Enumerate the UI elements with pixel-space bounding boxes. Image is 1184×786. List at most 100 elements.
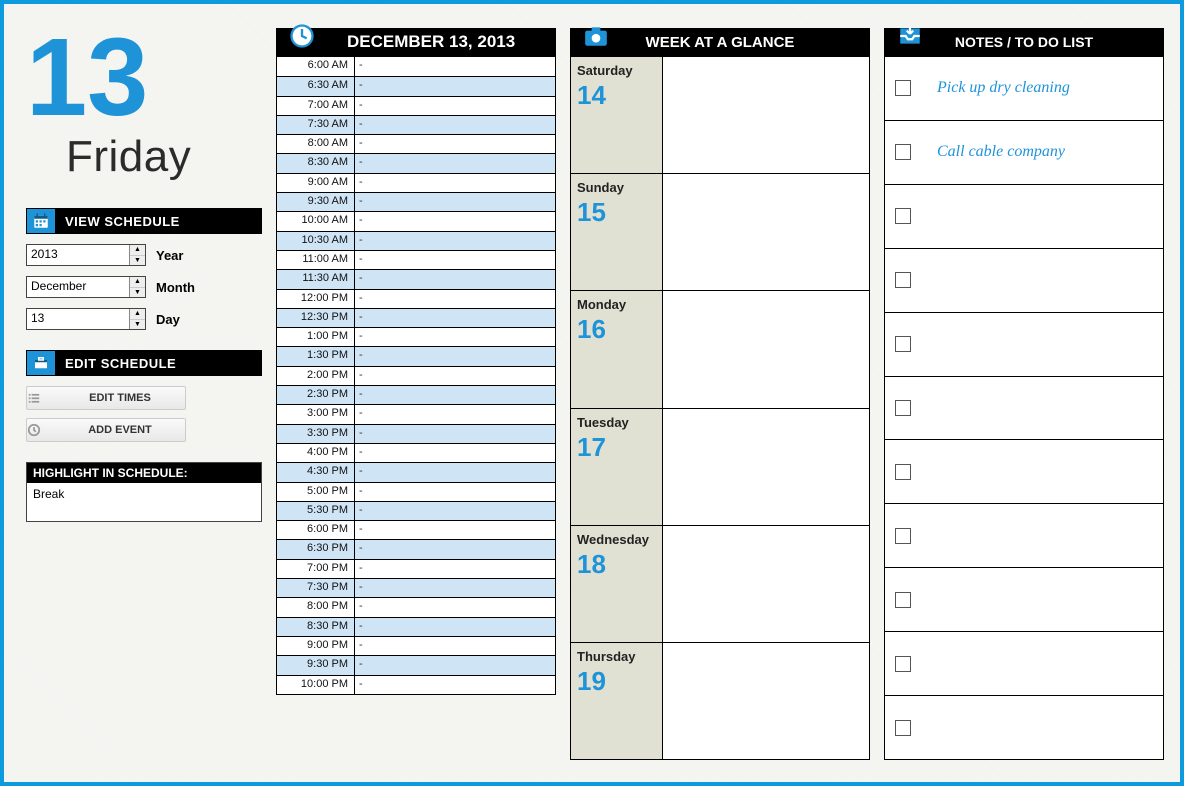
note-checkbox[interactable] [895, 208, 911, 224]
schedule-event[interactable]: - [355, 116, 555, 134]
schedule-row[interactable]: 11:00 AM- [277, 250, 555, 269]
schedule-row[interactable]: 10:30 AM- [277, 231, 555, 250]
note-row[interactable] [885, 184, 1163, 248]
schedule-event[interactable]: - [355, 579, 555, 597]
note-checkbox[interactable] [895, 336, 911, 352]
schedule-event[interactable]: - [355, 57, 555, 76]
schedule-event[interactable]: - [355, 463, 555, 481]
schedule-event[interactable]: - [355, 174, 555, 192]
schedule-row[interactable]: 6:30 PM- [277, 539, 555, 558]
schedule-row[interactable]: 9:30 PM- [277, 655, 555, 674]
spinner-down-icon[interactable]: ▼ [130, 256, 145, 266]
schedule-event[interactable]: - [355, 483, 555, 501]
schedule-event[interactable]: - [355, 328, 555, 346]
note-checkbox[interactable] [895, 528, 911, 544]
schedule-event[interactable]: - [355, 676, 555, 694]
schedule-row[interactable]: 7:30 PM- [277, 578, 555, 597]
schedule-event[interactable]: - [355, 386, 555, 404]
note-text[interactable]: Pick up dry cleaning [937, 79, 1070, 97]
schedule-row[interactable]: 1:30 PM- [277, 346, 555, 365]
schedule-row[interactable]: 3:00 PM- [277, 404, 555, 423]
note-row[interactable]: Call cable company [885, 120, 1163, 184]
note-row[interactable] [885, 439, 1163, 503]
schedule-row[interactable]: 11:30 AM- [277, 269, 555, 288]
schedule-row[interactable]: 4:00 PM- [277, 443, 555, 462]
schedule-event[interactable]: - [355, 502, 555, 520]
schedule-row[interactable]: 5:00 PM- [277, 482, 555, 501]
month-spinner[interactable]: December ▲▼ [26, 276, 146, 298]
week-day-content[interactable] [663, 526, 869, 642]
schedule-row[interactable]: 7:00 AM- [277, 96, 555, 115]
schedule-event[interactable]: - [355, 309, 555, 327]
week-day-content[interactable] [663, 174, 869, 290]
note-checkbox[interactable] [895, 272, 911, 288]
week-day-content[interactable] [663, 291, 869, 407]
edit-times-button[interactable]: EDIT TIMES [26, 386, 186, 410]
week-row[interactable]: Monday16 [571, 290, 869, 407]
note-checkbox[interactable] [895, 464, 911, 480]
schedule-event[interactable]: - [355, 425, 555, 443]
year-spinner[interactable]: 2013 ▲▼ [26, 244, 146, 266]
schedule-row[interactable]: 2:30 PM- [277, 385, 555, 404]
schedule-event[interactable]: - [355, 367, 555, 385]
schedule-row[interactable]: 5:30 PM- [277, 501, 555, 520]
note-checkbox[interactable] [895, 80, 911, 96]
schedule-event[interactable]: - [355, 444, 555, 462]
highlight-value[interactable]: Break [27, 483, 261, 521]
week-row[interactable]: Tuesday17 [571, 408, 869, 525]
note-text[interactable]: Call cable company [937, 143, 1065, 161]
week-row[interactable]: Saturday14 [571, 57, 869, 173]
schedule-row[interactable]: 9:30 AM- [277, 192, 555, 211]
note-row[interactable] [885, 376, 1163, 440]
schedule-event[interactable]: - [355, 97, 555, 115]
schedule-row[interactable]: 6:30 AM- [277, 76, 555, 95]
schedule-row[interactable]: 6:00 PM- [277, 520, 555, 539]
schedule-row[interactable]: 2:00 PM- [277, 366, 555, 385]
week-day-content[interactable] [663, 643, 869, 759]
note-row[interactable] [885, 631, 1163, 695]
day-spinner[interactable]: 13 ▲▼ [26, 308, 146, 330]
schedule-row[interactable]: 9:00 PM- [277, 636, 555, 655]
week-day-content[interactable] [663, 57, 869, 173]
note-row[interactable] [885, 695, 1163, 759]
schedule-event[interactable]: - [355, 540, 555, 558]
schedule-event[interactable]: - [355, 290, 555, 308]
schedule-row[interactable]: 8:30 AM- [277, 153, 555, 172]
schedule-event[interactable]: - [355, 193, 555, 211]
note-row[interactable] [885, 567, 1163, 631]
schedule-row[interactable]: 8:00 PM- [277, 597, 555, 616]
schedule-row[interactable]: 3:30 PM- [277, 424, 555, 443]
week-row[interactable]: Wednesday18 [571, 525, 869, 642]
week-day-content[interactable] [663, 409, 869, 525]
schedule-row[interactable]: 4:30 PM- [277, 462, 555, 481]
spinner-down-icon[interactable]: ▼ [130, 320, 145, 330]
schedule-event[interactable]: - [355, 521, 555, 539]
schedule-row[interactable]: 10:00 AM- [277, 211, 555, 230]
schedule-event[interactable]: - [355, 347, 555, 365]
week-row[interactable]: Thursday19 [571, 642, 869, 759]
schedule-event[interactable]: - [355, 251, 555, 269]
schedule-row[interactable]: 9:00 AM- [277, 173, 555, 192]
note-row[interactable]: Pick up dry cleaning [885, 57, 1163, 120]
spinner-up-icon[interactable]: ▲ [130, 309, 145, 320]
note-checkbox[interactable] [895, 656, 911, 672]
spinner-up-icon[interactable]: ▲ [130, 245, 145, 256]
schedule-event[interactable]: - [355, 656, 555, 674]
note-checkbox[interactable] [895, 720, 911, 736]
schedule-event[interactable]: - [355, 232, 555, 250]
schedule-row[interactable]: 1:00 PM- [277, 327, 555, 346]
note-row[interactable] [885, 312, 1163, 376]
schedule-event[interactable]: - [355, 154, 555, 172]
week-row[interactable]: Sunday15 [571, 173, 869, 290]
add-event-button[interactable]: ADD EVENT [26, 418, 186, 442]
note-checkbox[interactable] [895, 144, 911, 160]
schedule-row[interactable]: 8:30 PM- [277, 617, 555, 636]
schedule-row[interactable]: 8:00 AM- [277, 134, 555, 153]
note-row[interactable] [885, 503, 1163, 567]
schedule-event[interactable]: - [355, 560, 555, 578]
note-row[interactable] [885, 248, 1163, 312]
note-checkbox[interactable] [895, 592, 911, 608]
schedule-event[interactable]: - [355, 598, 555, 616]
schedule-row[interactable]: 12:00 PM- [277, 289, 555, 308]
spinner-down-icon[interactable]: ▼ [130, 288, 145, 298]
